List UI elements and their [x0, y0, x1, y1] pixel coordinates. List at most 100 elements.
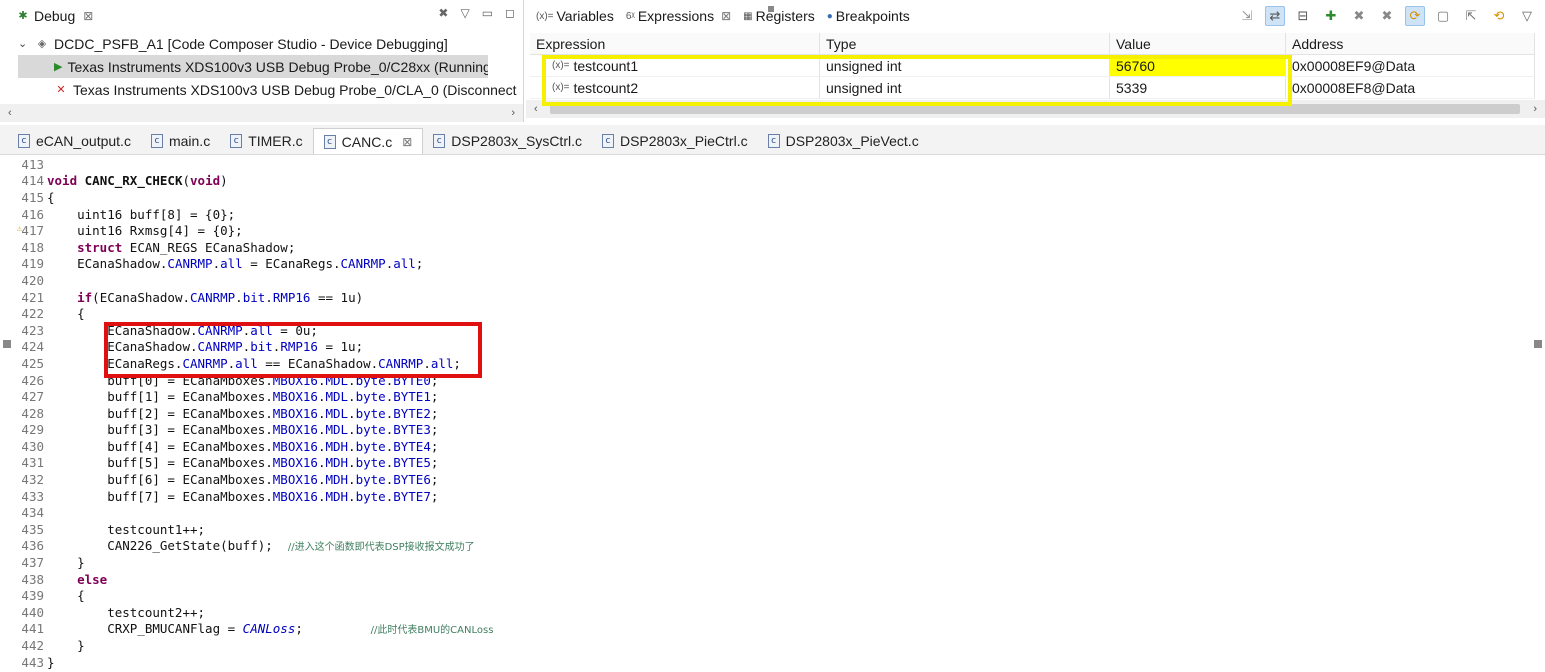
table-row[interactable]: (x)= testcount2 unsigned int 5339 0x0000…: [530, 77, 1535, 99]
close-icon[interactable]: ⊠: [721, 9, 731, 23]
code-line[interactable]: 425 ECanaRegs.CANRMP.all == ECanaShadow.…: [0, 355, 1545, 372]
code-text: buff[7] = ECanaMboxes.MBOX16.MDH.byte.BY…: [47, 488, 439, 504]
close-icon[interactable]: ⊠: [83, 9, 93, 23]
code-line[interactable]: 424 ECanaShadow.CANRMP.bit.RMP16 = 1u;: [0, 339, 1545, 356]
line-number: 421: [0, 290, 47, 305]
minimize-icon[interactable]: ▭: [482, 6, 493, 20]
tree-item-session[interactable]: ⌄ ◈ DCDC_PSFB_A1 [Code Composer Studio -…: [18, 32, 523, 55]
continuous-refresh-icon[interactable]: ⟲: [1489, 6, 1509, 26]
debug-horizontal-scrollbar[interactable]: ‹ ›: [0, 104, 523, 122]
code-text: buff[1] = ECanaMboxes.MBOX16.MDL.byte.BY…: [47, 389, 439, 405]
maximize-icon[interactable]: ◻: [505, 6, 515, 20]
view-menu-icon[interactable]: ▽: [460, 6, 469, 20]
line-number: 428: [0, 406, 47, 421]
code-line[interactable]: 423 ECanaShadow.CANRMP.all = 0u;: [0, 322, 1545, 339]
tab-debug[interactable]: ✱ Debug ⊠: [10, 4, 100, 28]
sash-handle[interactable]: [1534, 340, 1542, 348]
column-address[interactable]: Address: [1286, 33, 1535, 54]
line-number: 427: [0, 389, 47, 404]
editor-tab[interactable]: c eCAN_output.c: [8, 128, 141, 154]
code-line[interactable]: 438 else: [0, 571, 1545, 588]
chevron-down-icon[interactable]: ⌄: [18, 37, 30, 50]
line-number: 438: [0, 572, 47, 587]
scroll-thumb[interactable]: [550, 104, 1520, 114]
warning-icon[interactable]: ⚠: [12, 224, 22, 234]
code-line[interactable]: ⚠ 417 uint16 Rxmsg[4] = {0};: [0, 222, 1545, 239]
collapse-all-icon[interactable]: ⊟: [1293, 6, 1313, 26]
expression-icon: (x)=: [552, 82, 570, 93]
export-icon[interactable]: ⇱: [1461, 6, 1481, 26]
editor-tab[interactable]: c DSP2803x_PieVect.c: [758, 128, 929, 154]
tree-item-c28xx[interactable]: ▶ Texas Instruments XDS100v3 USB Debug P…: [18, 55, 488, 78]
code-line[interactable]: 439 {: [0, 587, 1545, 604]
code-line[interactable]: 431 buff[5] = ECanaMboxes.MBOX16.MDH.byt…: [0, 455, 1545, 472]
breakpoint-icon: ●: [826, 10, 833, 22]
code-line[interactable]: 416 uint16 buff[8] = {0};: [0, 206, 1545, 223]
code-line[interactable]: 442 }: [0, 637, 1545, 654]
code-line[interactable]: 435 testcount1++;: [0, 521, 1545, 538]
code-line[interactable]: 426 buff[0] = ECanaMboxes.MBOX16.MDL.byt…: [0, 372, 1545, 389]
code-line[interactable]: 434: [0, 504, 1545, 521]
scroll-left-icon[interactable]: ‹: [534, 103, 538, 115]
value-cell[interactable]: 5339: [1110, 77, 1286, 98]
remove-terminated-icon[interactable]: ✖: [438, 6, 448, 20]
tab-breakpoints[interactable]: ● Breakpoints: [821, 4, 916, 28]
code-editor[interactable]: 413 414 void CANC_RX_CHECK(void) 415{416 ui…: [0, 156, 1545, 672]
add-expression-icon[interactable]: ✚: [1321, 6, 1341, 26]
line-number-text: 426: [21, 372, 44, 388]
scroll-right-icon[interactable]: ›: [511, 107, 515, 119]
close-icon[interactable]: ⊠: [402, 135, 412, 149]
scroll-left-icon[interactable]: ‹: [8, 107, 12, 119]
column-expression[interactable]: Expression: [530, 33, 820, 54]
code-line[interactable]: 441 CRXP_BMUCANFlag = CANLoss; //此时代表BMU…: [0, 621, 1545, 638]
refresh-icon[interactable]: ⟳: [1405, 6, 1425, 26]
editor-tab[interactable]: c TIMER.c: [220, 128, 312, 154]
code-line[interactable]: 436 CAN226_GetState(buff); //进入这个函数即代表DS…: [0, 538, 1545, 555]
sash-handle[interactable]: [768, 6, 774, 12]
scroll-right-icon[interactable]: ›: [1533, 103, 1537, 115]
expression-cell: (x)= testcount1: [530, 55, 820, 76]
code-line[interactable]: 420: [0, 272, 1545, 289]
code-line[interactable]: 443}: [0, 654, 1545, 671]
code-line[interactable]: 429 buff[3] = ECanaMboxes.MBOX16.MDL.byt…: [0, 422, 1545, 439]
code-line[interactable]: 432 buff[6] = ECanaMboxes.MBOX16.MDH.byt…: [0, 471, 1545, 488]
line-number-text: 415: [21, 189, 44, 205]
code-text: {: [47, 306, 85, 322]
line-number-text: 414: [21, 173, 44, 189]
code-line[interactable]: 422 {: [0, 305, 1545, 322]
code-line[interactable]: 419 ECanaShadow.CANRMP.all = ECanaRegs.C…: [0, 256, 1545, 273]
code-line[interactable]: 440 testcount2++;: [0, 604, 1545, 621]
show-type-names-icon[interactable]: ⇄: [1265, 6, 1285, 26]
remove-all-icon[interactable]: ✖: [1377, 6, 1397, 26]
code-line[interactable]: 427 buff[1] = ECanaMboxes.MBOX16.MDL.byt…: [0, 388, 1545, 405]
code-line[interactable]: 415{: [0, 189, 1545, 206]
view-menu-icon[interactable]: ▽: [1517, 6, 1537, 26]
column-type[interactable]: Type: [820, 33, 1110, 54]
code-line[interactable]: 437 }: [0, 554, 1545, 571]
table-row[interactable]: (x)= testcount1 unsigned int 56760 0x000…: [530, 55, 1535, 77]
tab-variables[interactable]: (x)= Variables: [530, 4, 620, 28]
value-cell[interactable]: 56760: [1110, 55, 1286, 76]
code-line[interactable]: 413: [0, 156, 1545, 173]
editor-tab[interactable]: c main.c: [141, 128, 220, 154]
code-line[interactable]: 418 struct ECAN_REGS ECanaShadow;: [0, 239, 1545, 256]
code-line[interactable]: 428 buff[2] = ECanaMboxes.MBOX16.MDL.byt…: [0, 405, 1545, 422]
expressions-horizontal-scrollbar[interactable]: ‹ ›: [526, 100, 1545, 118]
column-value[interactable]: Value: [1110, 33, 1286, 54]
tab-registers[interactable]: ▦ Registers: [737, 4, 821, 28]
c-file-icon: c: [601, 134, 614, 148]
tab-expressions[interactable]: 6ᵡ Expressions ⊠: [619, 4, 738, 28]
code-line[interactable]: 414 void CANC_RX_CHECK(void): [0, 173, 1545, 190]
new-window-icon[interactable]: ▢: [1433, 6, 1453, 26]
editor-tab[interactable]: c DSP2803x_SysCtrl.c: [423, 128, 592, 154]
code-line[interactable]: 433 buff[7] = ECanaMboxes.MBOX16.MDH.byt…: [0, 488, 1545, 505]
editor-tab[interactable]: c DSP2803x_PieCtrl.c: [592, 128, 758, 154]
editor-tab[interactable]: c CANC.c ⊠: [312, 128, 424, 154]
remove-icon[interactable]: ✖: [1349, 6, 1369, 26]
tree-item-cla[interactable]: ✕ Texas Instruments XDS100v3 USB Debug P…: [18, 78, 523, 101]
code-text: {: [47, 189, 55, 205]
sash-handle[interactable]: [3, 340, 11, 348]
code-line[interactable]: 430 buff[4] = ECanaMboxes.MBOX16.MDH.byt…: [0, 438, 1545, 455]
collapse-icon[interactable]: ⇲: [1237, 6, 1257, 26]
code-line[interactable]: 421 if(ECanaShadow.CANRMP.bit.RMP16 == 1…: [0, 289, 1545, 306]
